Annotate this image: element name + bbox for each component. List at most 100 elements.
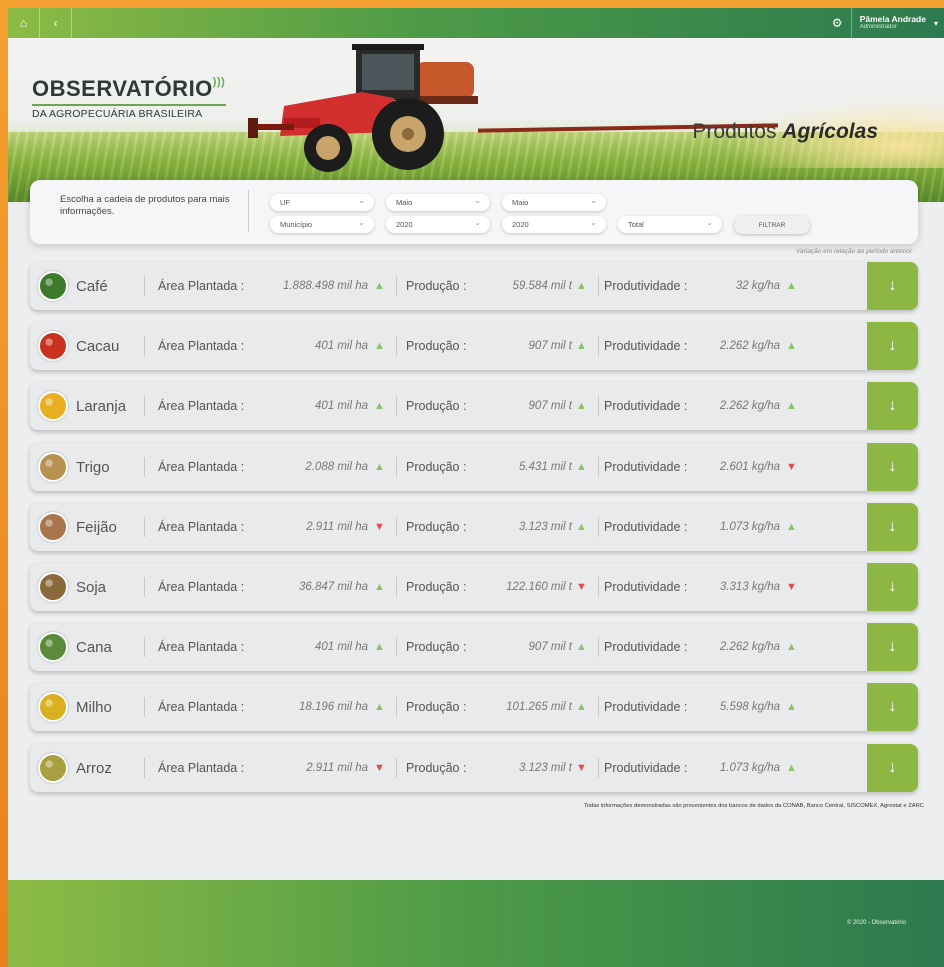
product-thumbnail: [38, 391, 68, 422]
divider: [144, 757, 145, 778]
chevron-down-icon: ⌄: [474, 218, 481, 227]
total-select-value: Total: [628, 220, 644, 229]
product-name: Trigo: [76, 458, 110, 476]
expand-button[interactable]: ↓: [867, 442, 918, 491]
municipio-select[interactable]: Município ⌄: [270, 216, 374, 233]
producao-value: 3.123 mil t: [518, 520, 572, 533]
produtividade-value: 2.262 kg/ha: [719, 340, 780, 353]
divider: [396, 396, 397, 417]
product-row[interactable]: Café Área Plantada : 1.888.498 mil ha ▲ …: [30, 262, 918, 310]
uf-select-value: UF: [280, 198, 290, 207]
user-menu[interactable]: Pâmela Andrade Administrador: [852, 15, 934, 30]
divider: [396, 757, 397, 778]
product-row[interactable]: Cana Área Plantada : 401 mil ha ▲ Produç…: [30, 623, 918, 672]
expand-button[interactable]: ↓: [867, 322, 918, 371]
area-value: 401 mil ha: [314, 641, 368, 654]
producao-label: Produção :: [406, 700, 467, 715]
divider: [598, 697, 599, 718]
produtividade-label: Produtividade :: [604, 459, 688, 474]
home-button[interactable]: ⌂: [8, 8, 40, 38]
logo-subtitle: DA AGROPECUÁRIA BRASILEIRA: [32, 108, 203, 120]
year-start-select[interactable]: 2020 ⌄: [386, 216, 490, 233]
year-start-value: 2020: [396, 220, 413, 229]
back-button[interactable]: ‹: [40, 8, 72, 38]
expand-button[interactable]: ↓: [867, 502, 918, 551]
producao-trend-icon: ▲: [576, 460, 587, 473]
product-row[interactable]: Laranja Área Plantada : 401 mil ha ▲ Pro…: [30, 382, 918, 431]
chevron-down-icon[interactable]: ▾: [934, 19, 944, 28]
arrow-down-icon: ↓: [888, 397, 897, 415]
divider: [396, 516, 397, 537]
product-thumbnail: [38, 632, 68, 663]
area-trend-icon: ▲: [374, 400, 385, 413]
area-label: Área Plantada :: [158, 760, 245, 775]
produtividade-trend-icon: ▼: [786, 460, 797, 473]
area-label: Área Plantada :: [158, 519, 245, 534]
year-end-value: 2020: [512, 220, 529, 229]
producao-trend-icon: ▲: [576, 641, 587, 654]
filter-button[interactable]: FILTRAR: [734, 216, 810, 234]
chevron-down-icon: ⌄: [706, 218, 713, 227]
uf-select[interactable]: UF ⌄: [270, 194, 374, 211]
produtividade-label: Produtividade :: [604, 399, 688, 414]
gear-icon: ⚙: [831, 16, 843, 30]
divider: [144, 276, 145, 296]
produtividade-label: Produtividade :: [604, 519, 688, 534]
product-row[interactable]: Milho Área Plantada : 18.196 mil ha ▲ Pr…: [30, 683, 918, 732]
chevron-down-icon: ⌄: [590, 218, 597, 227]
area-trend-icon: ▼: [374, 761, 385, 774]
product-row[interactable]: Soja Área Plantada : 36.847 mil ha ▲ Pro…: [30, 562, 918, 611]
divider: [598, 456, 599, 477]
filter-prompt: Escolha a cadeia de produtos para mais i…: [60, 194, 230, 217]
expand-button[interactable]: ↓: [867, 382, 918, 431]
expand-button[interactable]: ↓: [867, 623, 918, 672]
area-value: 401 mil ha: [314, 340, 368, 353]
expand-button[interactable]: ↓: [867, 562, 918, 611]
municipio-select-value: Município: [280, 220, 313, 229]
expand-button[interactable]: ↓: [867, 262, 918, 310]
produtividade-value: 1.073 kg/ha: [719, 761, 780, 774]
expand-button[interactable]: ↓: [867, 743, 918, 792]
area-trend-icon: ▲: [374, 280, 385, 292]
product-name: Milho: [76, 699, 112, 717]
expand-button[interactable]: ↓: [867, 683, 918, 732]
arrow-down-icon: ↓: [888, 517, 897, 535]
divider: [396, 576, 397, 597]
month-start-value: Maio: [396, 198, 413, 207]
area-label: Área Plantada :: [158, 579, 245, 594]
top-bar: ⌂ ‹ ⚙ Pâmela Andrade Administrador ▾: [8, 8, 944, 38]
total-select[interactable]: Total ⌄: [618, 216, 722, 233]
product-name: Cacau: [76, 338, 120, 356]
divider: [144, 336, 145, 357]
product-row[interactable]: Feijão Área Plantada : 2.911 mil ha ▼ Pr…: [30, 502, 918, 551]
producao-value: 101.265 mil t: [506, 701, 572, 714]
divider: [396, 697, 397, 718]
area-value: 2.911 mil ha: [306, 761, 368, 774]
product-thumbnail: [38, 331, 68, 362]
producao-label: Produção :: [406, 640, 467, 655]
product-thumbnail: [38, 511, 68, 542]
divider: [598, 757, 599, 778]
producao-label: Produção :: [406, 579, 467, 594]
product-row[interactable]: Trigo Área Plantada : 2.088 mil ha ▲ Pro…: [30, 442, 918, 491]
arrow-down-icon: ↓: [888, 457, 897, 475]
producao-value: 122.160 mil t: [506, 580, 572, 593]
area-label: Área Plantada :: [158, 399, 245, 414]
month-start-select[interactable]: Maio ⌄: [386, 194, 490, 211]
product-row[interactable]: Cacau Área Plantada : 401 mil ha ▲ Produ…: [30, 322, 918, 371]
area-value: 36.847 mil ha: [298, 580, 368, 593]
filter-panel: Escolha a cadeia de produtos para mais i…: [30, 180, 918, 244]
producao-label: Produção :: [406, 399, 467, 414]
settings-button[interactable]: ⚙: [824, 8, 852, 38]
area-value: 18.196 mil ha: [298, 701, 368, 714]
produtividade-trend-icon: ▲: [786, 340, 797, 353]
arrow-down-icon: ↓: [888, 758, 897, 776]
year-end-select[interactable]: 2020 ⌄: [502, 216, 606, 233]
product-row[interactable]: Arroz Área Plantada : 2.911 mil ha ▼ Pro…: [30, 743, 918, 792]
area-label: Área Plantada :: [158, 339, 245, 354]
month-end-select[interactable]: Maio ⌄: [502, 194, 606, 211]
produtividade-trend-icon: ▼: [786, 580, 797, 593]
chevron-down-icon: ⌄: [358, 196, 365, 205]
filter-divider: [248, 190, 249, 232]
produtividade-label: Produtividade :: [604, 640, 688, 655]
